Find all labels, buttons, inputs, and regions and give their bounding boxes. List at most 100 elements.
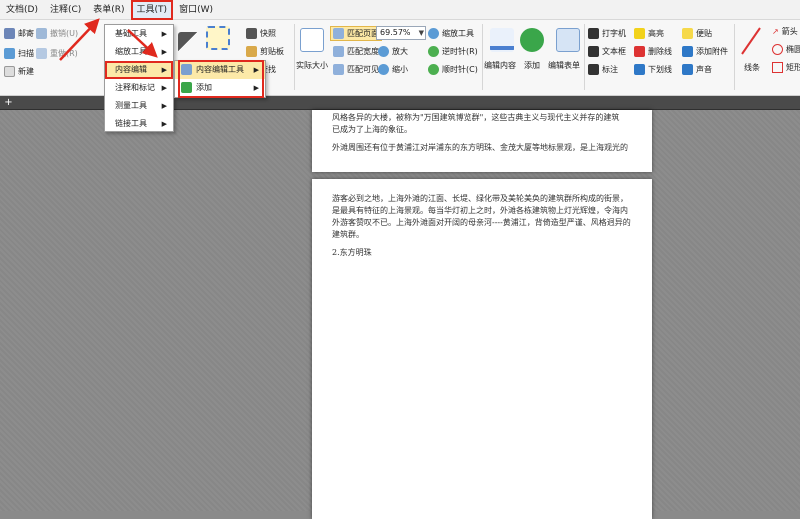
page1-line1: 风格各异的大楼，被称为"万国建筑博览群"，这些古典主义与现代主义并存的建筑 xyxy=(332,113,620,122)
chevron-right-icon: ▶ xyxy=(161,84,167,92)
line-icon[interactable] xyxy=(740,26,762,56)
clipboard-button[interactable]: 剪贴板 xyxy=(246,46,284,57)
undo-button[interactable]: 撤销(U) xyxy=(36,28,78,39)
scan-icon xyxy=(4,48,15,59)
pdf-page-2: 游客必到之地，上海外滩的江面、长堤、绿化带及美轮美奂的建筑群所构成的街景，是最具… xyxy=(312,179,652,519)
zoom-out-button[interactable]: 缩小 xyxy=(378,64,408,75)
new-button[interactable]: 新建 xyxy=(4,66,34,77)
highlight-icon xyxy=(634,28,645,39)
edit-form-button[interactable]: 编辑表单 xyxy=(548,60,580,71)
ellipse-icon xyxy=(772,44,783,55)
note-icon xyxy=(682,28,693,39)
edit-content-button[interactable]: 编辑内容 xyxy=(484,60,516,71)
mail-icon xyxy=(4,28,15,39)
menu-form[interactable]: 表单(R) xyxy=(87,0,130,20)
typewriter-icon xyxy=(588,28,599,39)
menubar: 文档(D) 注释(C) 表单(R) 工具(T) 窗口(W) xyxy=(0,0,800,20)
scan-button[interactable]: 扫描 xyxy=(4,48,34,59)
fit-visible-icon xyxy=(333,64,344,75)
callout-button[interactable]: 标注 xyxy=(588,64,618,75)
tools-menu: 基础工具 ▶ 缩放工具 ▶ 内容编辑 ▶ 注释和标记 ▶ 测量工具 ▶ 链接工具 ▶ xyxy=(104,24,174,132)
speaker-icon xyxy=(682,64,693,75)
chevron-down-icon[interactable]: ▼ xyxy=(419,27,424,39)
chevron-right-icon: ▶ xyxy=(161,102,167,110)
select-arrow-icon[interactable] xyxy=(178,32,202,56)
add-icon[interactable] xyxy=(520,28,544,52)
highlight-frame xyxy=(178,60,264,98)
rectangle-icon xyxy=(772,62,783,73)
edit-form-icon[interactable] xyxy=(556,28,580,52)
separator xyxy=(584,24,585,90)
actual-size-icon[interactable] xyxy=(300,28,324,52)
rect-button[interactable]: 矩形 xyxy=(772,62,800,73)
zoom-in-button[interactable]: 放大 xyxy=(378,46,408,57)
underline-button[interactable]: 下划线 xyxy=(634,64,672,75)
mail-button[interactable]: 邮寄 xyxy=(4,28,34,39)
chevron-right-icon: ▶ xyxy=(161,48,167,56)
strikeout-button[interactable]: 删除线 xyxy=(634,46,672,57)
redo-button[interactable]: 重做(R) xyxy=(36,48,78,59)
note-button[interactable]: 便贴 xyxy=(682,28,712,39)
arrow-icon: ↗ xyxy=(772,27,779,36)
rotate-cw-button[interactable]: 顺时针(C) xyxy=(428,64,478,75)
menu-content-edit[interactable]: 内容编辑 ▶ xyxy=(105,61,173,79)
zoom-in-icon xyxy=(378,46,389,57)
page1-para2: 外滩周围还有位于黄浦江对岸浦东的东方明珠、金茂大厦等地标景观，是上海观光的 xyxy=(332,143,628,152)
menu-comment[interactable]: 注释(C) xyxy=(44,0,87,20)
chevron-right-icon: ▶ xyxy=(161,66,167,74)
rotate-ccw-icon xyxy=(428,46,439,57)
menu-measure-tools[interactable]: 测量工具 ▶ xyxy=(105,97,173,115)
separator xyxy=(482,24,483,90)
separator xyxy=(294,24,295,90)
actual-size-button[interactable]: 实际大小 xyxy=(296,60,328,71)
clipboard-icon xyxy=(246,46,257,57)
rotate-cw-icon xyxy=(428,64,439,75)
zoom-out-icon xyxy=(378,64,389,75)
callout-icon xyxy=(588,64,599,75)
sound-button[interactable]: 声音 xyxy=(682,64,712,75)
add-button[interactable]: 添加 xyxy=(524,60,540,71)
attach-file-button[interactable]: 添加附件 xyxy=(682,46,728,57)
chevron-right-icon: ▶ xyxy=(161,120,167,128)
zoom-combobox[interactable]: 69.57% ▼ xyxy=(376,26,426,40)
new-doc-icon xyxy=(4,66,15,77)
page1-line2: 已成为了上海的象征。 xyxy=(332,125,412,134)
fit-width-icon xyxy=(333,46,344,57)
plus-icon[interactable]: + xyxy=(3,97,14,108)
separator xyxy=(734,24,735,90)
menu-document[interactable]: 文档(D) xyxy=(0,0,44,20)
textbox-icon xyxy=(588,46,599,57)
edit-content-icon[interactable] xyxy=(490,28,514,52)
redo-icon xyxy=(36,48,47,59)
document-viewer[interactable]: 风格各异的大楼，被称为"万国建筑博览群"，这些古典主义与现代主义并存的建筑 已成… xyxy=(0,110,800,519)
textbox-button[interactable]: 文本框 xyxy=(588,46,626,57)
menu-window[interactable]: 窗口(W) xyxy=(173,0,219,20)
fit-page-icon xyxy=(333,28,344,39)
line-button[interactable]: 线条 xyxy=(744,62,760,73)
ellipse-button[interactable]: 椭圆 xyxy=(772,44,800,55)
paperclip-icon xyxy=(682,46,693,57)
menu-link-tools[interactable]: 链接工具 ▶ xyxy=(105,115,173,133)
pdf-page-1: 风格各异的大楼，被称为"万国建筑博览群"，这些古典主义与现代主义并存的建筑 已成… xyxy=(312,110,652,172)
magnifier-icon xyxy=(428,28,439,39)
select-area-icon[interactable] xyxy=(206,26,230,50)
page2-para1: 游客必到之地，上海外滩的江面、长堤、绿化带及美轮美奂的建筑群所构成的街景，是最具… xyxy=(332,194,631,239)
fit-visible-button[interactable]: 匹配可见 xyxy=(333,64,379,75)
menu-zoom-tools[interactable]: 缩放工具 ▶ xyxy=(105,43,173,61)
undo-icon xyxy=(36,28,47,39)
zoom-tool-button[interactable]: 缩放工具 xyxy=(428,28,474,39)
camera-icon xyxy=(246,28,257,39)
typewriter-button[interactable]: 打字机 xyxy=(588,28,626,39)
menu-basic-tools[interactable]: 基础工具 ▶ xyxy=(105,25,173,43)
fit-width-button[interactable]: 匹配宽度 xyxy=(333,46,379,57)
chevron-right-icon: ▶ xyxy=(161,30,167,38)
strikeout-icon xyxy=(634,46,645,57)
menu-comment-markup[interactable]: 注释和标记 ▶ xyxy=(105,79,173,97)
menu-tools[interactable]: 工具(T) xyxy=(130,0,174,20)
highlight-button[interactable]: 高亮 xyxy=(634,28,664,39)
fit-page-button[interactable]: 匹配页面 xyxy=(330,26,382,41)
page2-heading: 2.东方明珠 xyxy=(332,248,372,257)
rotate-ccw-button[interactable]: 逆时针(R) xyxy=(428,46,478,57)
arrow-button[interactable]: ↗ 箭头 xyxy=(772,26,798,37)
snapshot-button[interactable]: 快照 xyxy=(246,28,276,39)
